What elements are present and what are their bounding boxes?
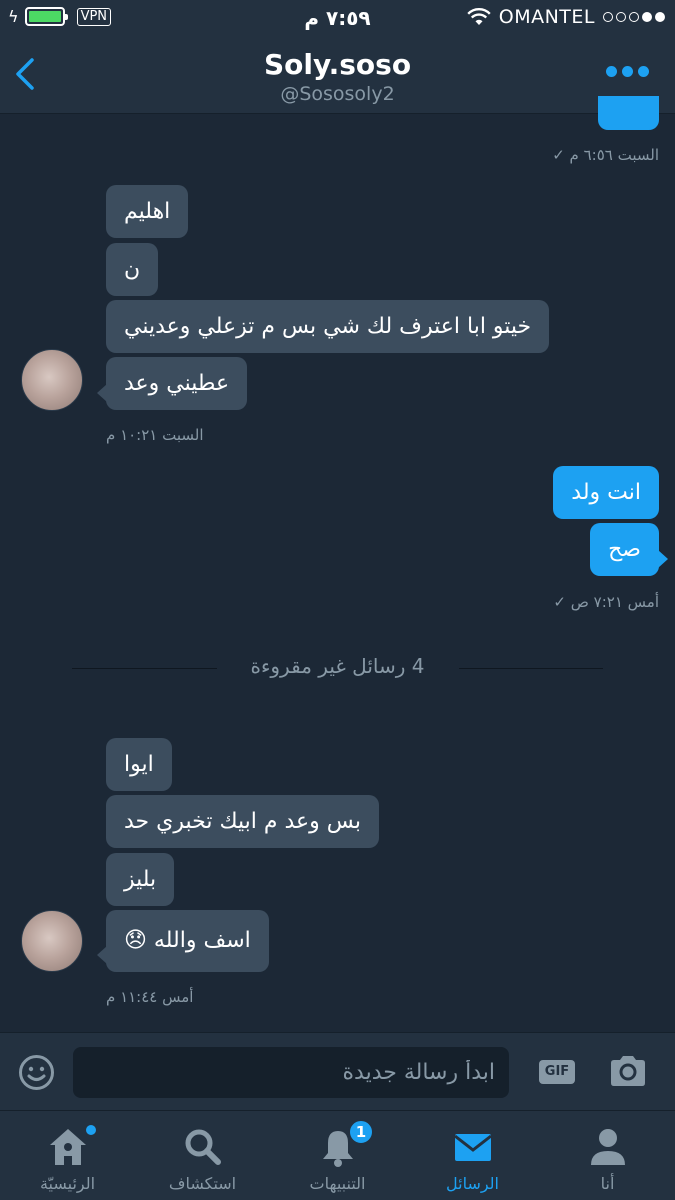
unread-divider: 4 رسائل غير مقروءة xyxy=(0,648,675,688)
tab-label: الرسائل xyxy=(446,1174,499,1193)
tab-me[interactable]: أنا xyxy=(540,1111,675,1200)
carrier-name: OMANTEL xyxy=(498,6,595,28)
message-bubble-incoming[interactable]: اهليم xyxy=(106,185,189,238)
emoji-button[interactable] xyxy=(18,1054,55,1091)
signal-dot xyxy=(629,12,639,22)
divider-line xyxy=(459,668,603,669)
search-icon xyxy=(185,1129,221,1165)
message-input[interactable] xyxy=(73,1047,509,1098)
more-dot xyxy=(606,66,617,77)
message-bubble-incoming[interactable]: ايوا xyxy=(106,738,172,791)
tab-label: استكشاف xyxy=(168,1174,237,1193)
tab-home[interactable]: الرئيسيّة xyxy=(0,1111,135,1200)
message-bubble-incoming[interactable]: ن xyxy=(106,243,159,296)
message-bubble-incoming[interactable]: بس وعد م ابيك تخبري حد xyxy=(106,795,379,848)
more-options-button[interactable] xyxy=(606,66,649,77)
tab-notifications[interactable]: 1 التنبيهات xyxy=(270,1111,405,1200)
message-bubble-incoming[interactable]: بليز xyxy=(106,853,175,906)
camera-button[interactable] xyxy=(608,1053,648,1089)
home-icon xyxy=(49,1129,86,1165)
tab-messages[interactable]: الرسائل xyxy=(405,1111,540,1200)
message-timestamp: أمس ١١:٤٤ م xyxy=(106,988,194,1006)
person-icon xyxy=(590,1129,625,1165)
message-timestamp: السبت ١٠:٢١ م xyxy=(106,426,204,444)
message-bubble-incoming[interactable]: خيتو ابا اعترف لك شي بس م تزعلي وعديني xyxy=(106,300,550,353)
gif-button[interactable]: GIF xyxy=(539,1060,575,1084)
tab-bar: أنا الرسائل 1 التنبيهات استكشاف الرئيسيّ… xyxy=(0,1110,675,1200)
notification-badge: 1 xyxy=(348,1119,374,1145)
status-bar: ϟ VPN ٧:٥٩ م OMANTEL xyxy=(0,0,675,36)
signal-dot xyxy=(655,12,665,22)
avatar[interactable] xyxy=(21,910,83,972)
conversation-title[interactable]: Soly.soso xyxy=(0,48,675,81)
tab-label: التنبيهات xyxy=(309,1174,366,1193)
message-bubble-incoming[interactable]: عطيني وعد xyxy=(96,357,248,410)
wifi-icon xyxy=(467,8,491,25)
signal-dot xyxy=(603,12,613,22)
message-bubble-outgoing[interactable]: انت ولد xyxy=(553,466,659,519)
header: ϟ VPN ٧:٥٩ م OMANTEL Soly.soso @Sososoly… xyxy=(0,0,675,114)
tab-explore[interactable]: استكشاف xyxy=(135,1111,270,1200)
message-bubble-incoming[interactable]: اسف والله 😞 xyxy=(97,910,269,972)
smiley-icon xyxy=(19,1055,54,1090)
avatar[interactable] xyxy=(21,349,83,411)
message-bubble-outgoing[interactable] xyxy=(598,96,659,130)
more-dot xyxy=(622,66,633,77)
message-timestamp: أمس ٧:٢١ ص ✓ xyxy=(553,593,659,611)
more-dot xyxy=(638,66,649,77)
status-right: OMANTEL xyxy=(467,6,665,28)
unread-label: 4 رسائل غير مقروءة xyxy=(250,654,425,678)
signal-dot xyxy=(616,12,626,22)
message-composer: GIF xyxy=(0,1032,675,1110)
message-timestamp: السبت ٦:٥٦ م ✓ xyxy=(552,146,659,164)
signal-icon xyxy=(603,12,665,22)
tab-label: أنا xyxy=(600,1174,615,1193)
new-content-dot xyxy=(86,1125,96,1135)
envelope-icon xyxy=(453,1134,492,1161)
conversation-handle: @Sososoly2 xyxy=(280,83,395,105)
signal-dot xyxy=(642,12,652,22)
message-bubble-outgoing[interactable]: صح xyxy=(590,523,668,576)
camera-icon xyxy=(611,1056,645,1086)
tab-label: الرئيسيّة xyxy=(39,1174,96,1193)
